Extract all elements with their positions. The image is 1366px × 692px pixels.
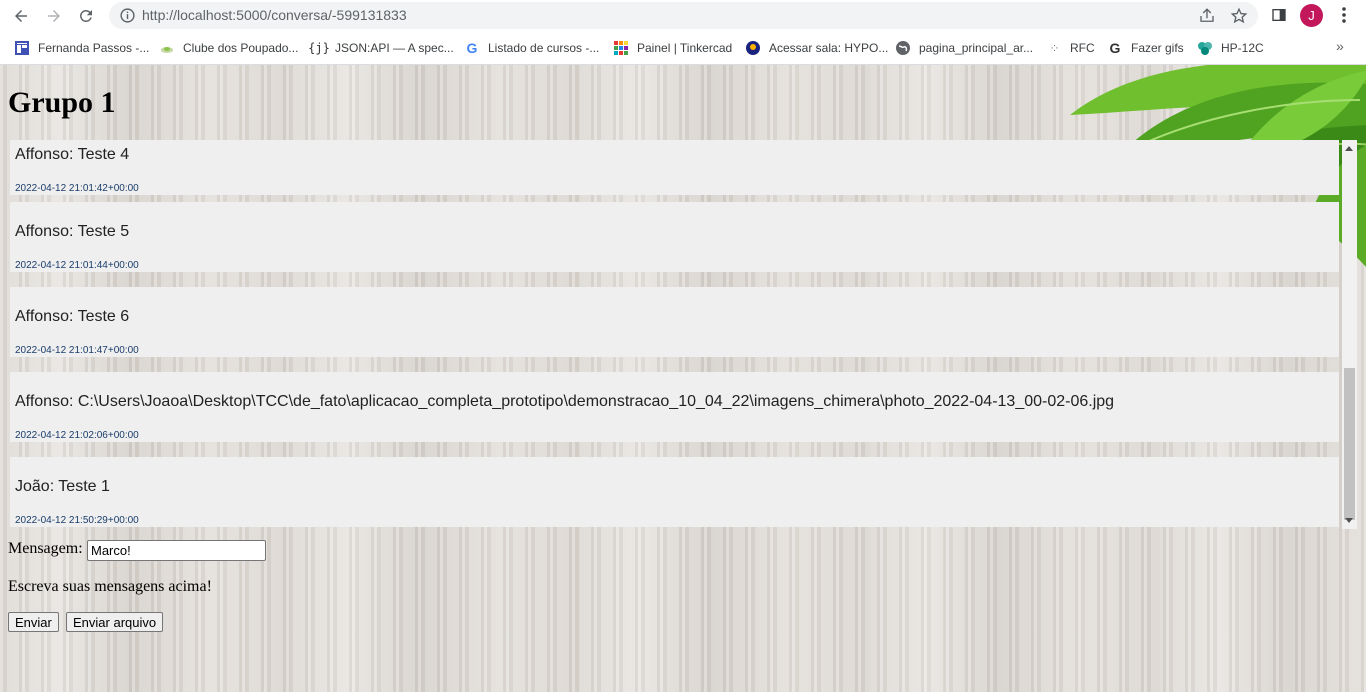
more-vert-icon[interactable]	[1336, 5, 1352, 25]
info-icon[interactable]	[119, 7, 136, 24]
globe-icon	[895, 40, 911, 56]
bookmark-label: Fazer gifs	[1131, 40, 1184, 55]
scroll-up-arrow-icon[interactable]	[1345, 146, 1353, 151]
message-text: Affonso: Teste 4	[15, 146, 130, 163]
tinkercad-icon	[613, 40, 629, 56]
send-file-button[interactable]: Enviar arquivo	[66, 612, 164, 632]
message-item: Affonso: Teste 4 2022-04-12 21:01:42+00:…	[10, 140, 1339, 195]
bookmark-label: Fernanda Passos -...	[38, 40, 150, 55]
bookmarks-overflow-chevron-icon[interactable]: »	[1336, 38, 1344, 54]
hint-text: Escreva suas mensagens acima!	[8, 578, 212, 595]
bookmark-item[interactable]: Acessar sala: HYPO...	[745, 39, 888, 56]
bookmark-label: Acessar sala: HYPO...	[769, 40, 889, 55]
message-item: Affonso: Teste 6 2022-04-12 21:01:47+00:…	[10, 287, 1339, 357]
google-icon: G	[466, 39, 478, 56]
bookmark-item[interactable]: G Listado de cursos -...	[464, 39, 600, 56]
browser-toolbar: http://localhost:5000/conversa/-59913183…	[0, 0, 1366, 31]
url-text: http://localhost:5000/conversa/-59913183…	[142, 7, 407, 23]
json-braces-icon: {j}	[308, 40, 330, 55]
conference-icon	[745, 40, 761, 56]
scrollbar-thumb[interactable]	[1344, 368, 1355, 520]
messages-list[interactable]: Affonso: Teste 4 2022-04-12 21:01:42+00:…	[8, 140, 1357, 529]
send-button[interactable]: Enviar	[8, 612, 59, 632]
scroll-down-arrow-icon[interactable]	[1345, 518, 1353, 523]
bookmark-item[interactable]: Clube dos Poupado...	[159, 39, 298, 56]
bookmark-item[interactable]: {j} JSON:API — A spec...	[308, 39, 454, 56]
message-item: Affonso: Teste 5 2022-04-12 21:01:44+00:…	[10, 202, 1339, 272]
messages-scrollbar[interactable]	[1342, 140, 1357, 529]
address-bar[interactable]: http://localhost:5000/conversa/-59913183…	[109, 2, 1258, 29]
message-timestamp: 2022-04-12 21:01:42+00:00	[15, 183, 139, 194]
message-text: Affonso: Teste 6	[15, 308, 130, 325]
bookmark-label: JSON:API — A spec...	[335, 40, 454, 55]
bookmark-label: pagina_principal_ar...	[919, 40, 1034, 55]
dots-icon: ·:·	[1050, 41, 1058, 54]
profile-avatar[interactable]: J	[1300, 4, 1323, 27]
bookmarks-bar: Fernanda Passos -... Clube dos Poupado..…	[0, 31, 1366, 65]
app-icon	[1197, 40, 1213, 56]
bookmark-label: Clube dos Poupado...	[183, 40, 299, 55]
message-timestamp: 2022-04-12 21:02:06+00:00	[15, 430, 139, 441]
arrow-right-icon	[48, 10, 60, 22]
reload-icon	[80, 10, 92, 22]
page-viewport: Grupo 1 Affonso: Teste 4 2022-04-12 21:0…	[0, 65, 1366, 692]
bookmark-item[interactable]: HP-12C	[1197, 39, 1264, 56]
bookmark-item[interactable]: pagina_principal_ar...	[895, 39, 1033, 56]
message-timestamp: 2022-04-12 21:50:29+00:00	[15, 515, 139, 526]
bookmark-item[interactable]: Painel | Tinkercad	[613, 39, 732, 56]
arrow-left-icon	[15, 10, 27, 22]
forward-button[interactable]	[42, 4, 66, 28]
share-icon[interactable]	[1198, 7, 1216, 25]
bookmark-item[interactable]: G Fazer gifs	[1107, 39, 1184, 56]
google-icon: G	[1109, 39, 1121, 56]
bookmark-label: RFC	[1070, 40, 1095, 55]
message-timestamp: 2022-04-12 21:01:44+00:00	[15, 260, 139, 271]
bookmark-item[interactable]: ·:· RFC	[1046, 39, 1095, 56]
message-text: Affonso: Teste 5	[15, 223, 130, 240]
page-title: Grupo 1	[8, 86, 116, 119]
calendar-icon	[14, 40, 30, 56]
bookmark-label: HP-12C	[1221, 40, 1264, 55]
message-item: Affonso: C:\Users\Joaoa\Desktop\TCC\de_f…	[10, 372, 1339, 442]
message-input[interactable]	[87, 540, 266, 561]
reload-button[interactable]	[74, 4, 98, 28]
message-label: Mensagem:	[8, 540, 83, 557]
bookmark-label: Listado de cursos -...	[488, 40, 600, 55]
star-icon[interactable]	[1230, 7, 1248, 25]
side-panel-icon[interactable]	[1271, 7, 1287, 23]
message-text: Affonso: C:\Users\Joaoa\Desktop\TCC\de_f…	[15, 393, 1115, 410]
message-item: João: Teste 1 2022-04-12 21:50:29+00:00	[10, 457, 1339, 527]
leaf-icon	[159, 40, 175, 56]
bookmark-label: Painel | Tinkercad	[637, 40, 733, 55]
back-button[interactable]	[9, 4, 33, 28]
message-timestamp: 2022-04-12 21:01:47+00:00	[15, 345, 139, 356]
message-text: João: Teste 1	[15, 478, 110, 495]
bookmark-item[interactable]: Fernanda Passos -...	[14, 39, 149, 56]
